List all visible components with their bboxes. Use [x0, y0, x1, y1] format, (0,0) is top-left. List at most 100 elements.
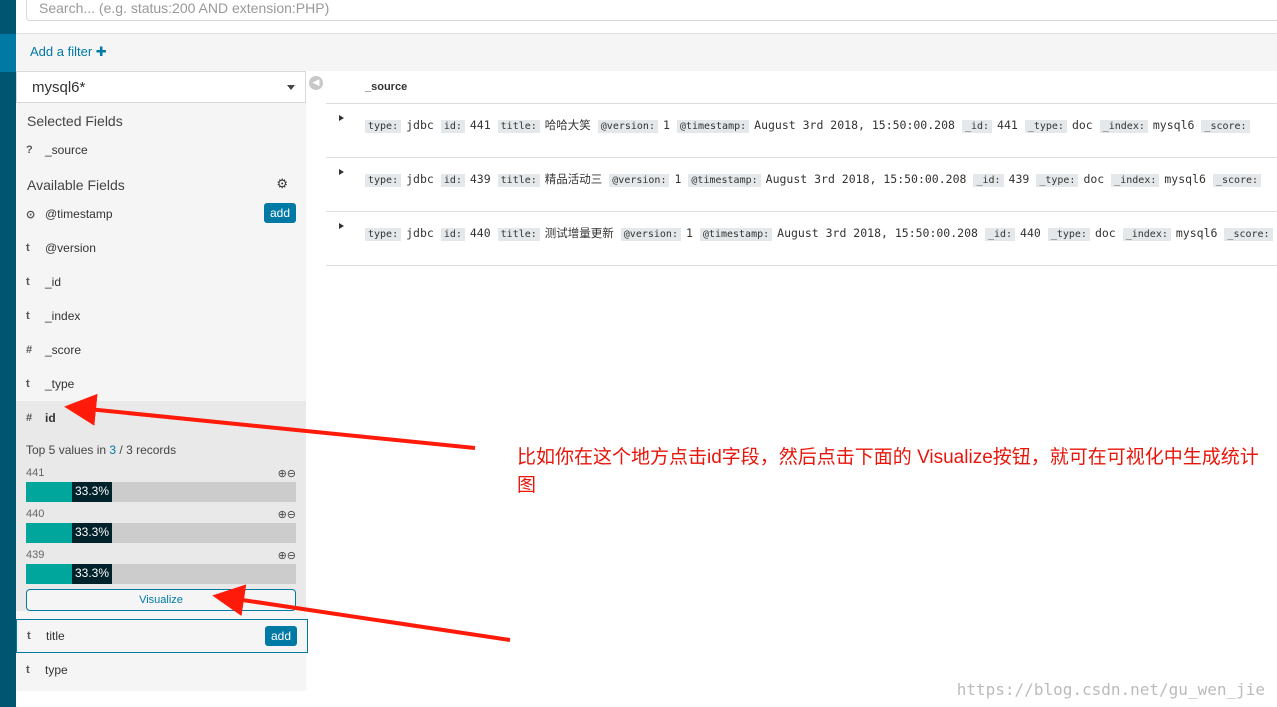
source-key: _score: [1201, 120, 1250, 133]
field-name: _index [45, 309, 81, 323]
field-_type[interactable]: t _type [16, 367, 306, 401]
field-id[interactable]: # id [16, 401, 306, 435]
source-value: mysql6 [1175, 226, 1218, 240]
visualize-button[interactable]: Visualize [26, 589, 296, 611]
source-key: _type: [1036, 174, 1079, 187]
nav-active-item[interactable] [0, 34, 16, 72]
source-cell: type: jdbc id: 439 title: 精品活动三 @version: 1 @tim… [365, 171, 1273, 187]
zoom-out-icon[interactable]: ⊖ [287, 468, 296, 480]
field-title[interactable]: t title add [16, 619, 308, 653]
add-filter-button[interactable]: Add a filter ✚ [30, 44, 107, 60]
column-header-source: _source [326, 71, 1277, 104]
source-value: 1 [685, 226, 693, 240]
field-type[interactable]: t type [16, 653, 306, 687]
field-_index[interactable]: t _index [16, 299, 306, 333]
source-value: 441 [469, 118, 491, 132]
source-key: type: [365, 228, 402, 241]
collapse-sidebar-icon[interactable]: ◀ [309, 76, 323, 90]
field-type-icon: t [26, 242, 30, 254]
source-key: title: [497, 174, 540, 187]
zoom-in-icon[interactable]: ⊕ [278, 468, 287, 480]
source-key: _index: [1099, 120, 1148, 133]
table-row: type: jdbc id: 439 title: 精品活动三 @version: 1 @tim… [326, 158, 1277, 212]
selected-fields-title: Selected Fields [27, 113, 123, 129]
add-field-button[interactable]: add [263, 203, 296, 223]
field-@version[interactable]: t @version [16, 231, 306, 265]
app-nav-strip [0, 0, 16, 707]
watermark: https://blog.csdn.net/gu_wen_jie [956, 680, 1265, 699]
zoom-in-icon[interactable]: ⊕ [278, 509, 287, 521]
value-label: 441 [26, 467, 45, 479]
field-name: id [45, 411, 56, 425]
value-label: 440 [26, 508, 45, 520]
available-fields-title: Available Fields ⚙ [27, 176, 288, 193]
field-type-icon: t [26, 310, 30, 322]
field-name: _type [45, 377, 75, 391]
source-key: @timestamp: [676, 120, 750, 133]
field-type-icon: # [26, 412, 33, 424]
source-value: August 3rd 2018, 15:50:00.208 [754, 118, 955, 132]
source-value: mysql6 [1164, 172, 1206, 186]
field-_id[interactable]: t _id [16, 265, 306, 299]
source-key: title: [497, 228, 540, 241]
source-value: 439 [469, 172, 491, 186]
field-name: _source [45, 143, 88, 157]
source-value: August 3rd 2018, 15:50:00.208 [765, 172, 967, 186]
value-percent: 33.3% [72, 564, 113, 584]
zoom-in-icon[interactable]: ⊕ [278, 550, 287, 562]
value-bar: 33.3% [26, 482, 296, 502]
source-value: jdbc [406, 226, 434, 240]
table-row: type: jdbc id: 441 title: 哈哈大笑 @version: 1 @time… [326, 104, 1277, 158]
source-value: 441 [997, 118, 1018, 132]
document-table: _source type: jdbc id: 441 title: 哈哈大笑 @versio… [326, 71, 1277, 266]
value-percent: 33.3% [72, 523, 113, 543]
source-key: @timestamp: [688, 174, 761, 187]
source-key: @timestamp: [699, 228, 773, 241]
field-type-icon: t [27, 630, 31, 642]
field-type-icon: # [26, 344, 33, 356]
source-key: _type: [1047, 228, 1090, 241]
source-value: 440 [1020, 226, 1041, 240]
field-type-icon: t [26, 378, 30, 390]
field-details-id: # id Top 5 values in 3 / 3 records 441 ⊕⊖ 3… [16, 401, 306, 611]
top-values-summary: Top 5 values in 3 / 3 records [26, 443, 177, 457]
field-name: @timestamp [45, 207, 113, 221]
value-percent: 33.3% [72, 482, 113, 502]
zoom-out-icon[interactable]: ⊖ [287, 550, 296, 562]
gear-icon[interactable]: ⚙ [276, 176, 288, 192]
source-key: _index: [1111, 174, 1160, 187]
top-value: 439 ⊕⊖ 33.3% [16, 549, 306, 584]
source-value: August 3rd 2018, 15:50:00.208 [777, 226, 978, 240]
top-value: 441 ⊕⊖ 33.3% [16, 467, 306, 502]
source-value: mysql6 [1152, 118, 1195, 132]
field-name: @version [45, 241, 96, 255]
caret-down-icon [287, 85, 295, 94]
field-name: _id [45, 275, 62, 289]
source-key: id: [440, 120, 465, 133]
add-field-button[interactable]: add [264, 626, 297, 646]
expand-row-icon[interactable] [339, 115, 347, 121]
value-bar: 33.3% [26, 523, 296, 543]
search-input[interactable]: Search... (e.g. status:200 AND extension… [26, 0, 1277, 21]
table-row: type: jdbc id: 440 title: 测试增量更新 @version: 1 @ti… [326, 212, 1277, 266]
source-key: id: [440, 228, 465, 241]
field-_score[interactable]: # _score [16, 333, 306, 367]
index-pattern-select[interactable]: mysql6* [16, 71, 306, 103]
expand-row-icon[interactable] [339, 223, 347, 229]
field-type-icon: ⊙ [26, 208, 36, 221]
source-value: 1 [674, 172, 682, 186]
expand-row-icon[interactable] [339, 169, 347, 175]
source-key: _type: [1024, 120, 1067, 133]
top-value: 440 ⊕⊖ 33.3% [16, 508, 306, 543]
source-key: _score: [1224, 228, 1273, 241]
field-@timestamp[interactable]: ⊙ @timestamp add [16, 197, 306, 231]
source-value: 测试增量更新 [544, 226, 614, 240]
source-key: title: [497, 120, 540, 133]
zoom-out-icon[interactable]: ⊖ [287, 509, 296, 521]
source-key: id: [440, 174, 465, 187]
field-_source[interactable]: ? _source [16, 133, 306, 167]
source-key: _id: [973, 174, 1004, 187]
field-name: title [46, 629, 65, 643]
source-key: @version: [597, 120, 658, 133]
field-type-icon: t [26, 664, 30, 676]
